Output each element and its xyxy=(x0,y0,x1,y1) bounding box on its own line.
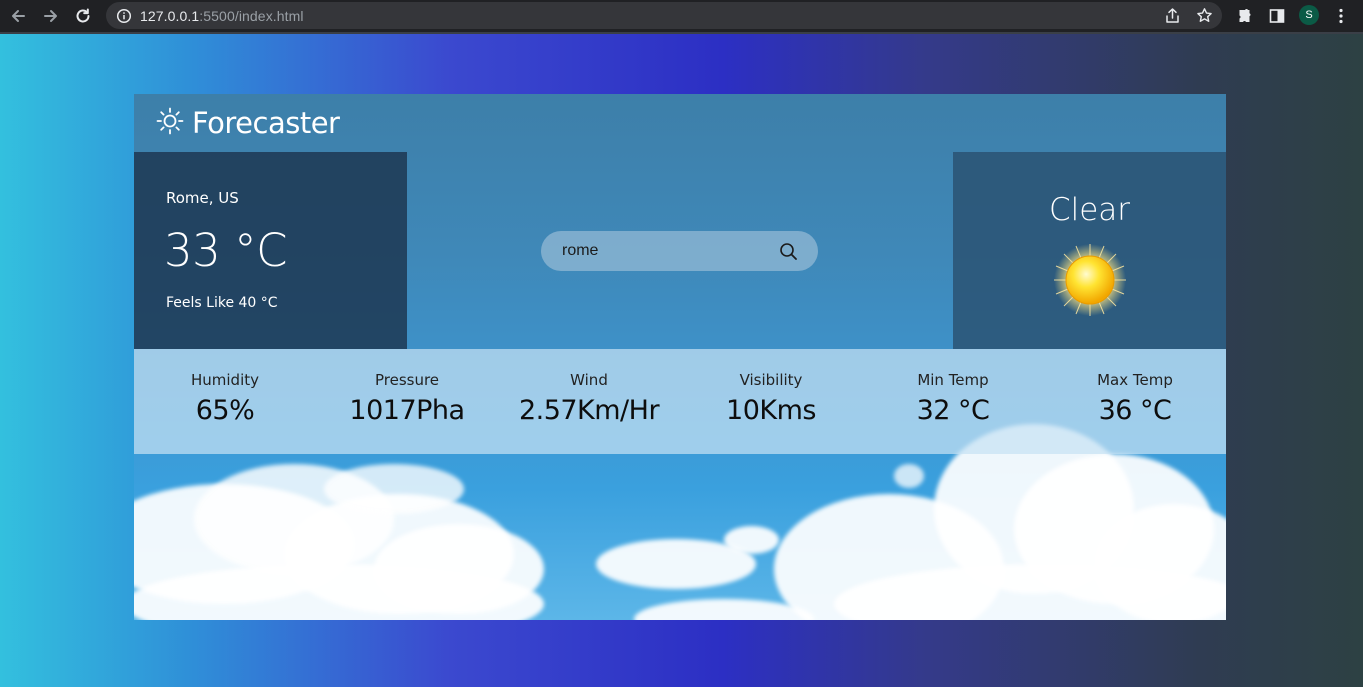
url-path: :5500/index.html xyxy=(199,7,304,24)
stat-value: 65% xyxy=(195,395,255,426)
stat-wind: Wind 2.57Km/Hr xyxy=(498,349,680,454)
reload-icon[interactable] xyxy=(73,6,93,26)
condition-label: Clear xyxy=(1048,192,1131,228)
search-input[interactable] xyxy=(562,242,762,260)
back-icon[interactable] xyxy=(8,6,28,26)
browser-toolbar: 127.0.0.1:5500/index.html S xyxy=(0,0,1363,32)
stat-value: 10Kms xyxy=(726,395,816,426)
stat-value: 32 °C xyxy=(916,395,990,426)
stat-label: Pressure xyxy=(374,371,440,389)
feels-like: Feels Like 40 °C xyxy=(166,295,278,311)
stat-label: Visibility xyxy=(739,371,803,389)
current-temperature: 33 °C xyxy=(164,224,288,277)
weather-app: Forecaster Rome, US 33 °C Feels Like 40 … xyxy=(134,94,1226,620)
share-icon[interactable] xyxy=(1164,7,1181,28)
stat-value: 36 °C xyxy=(1098,395,1172,426)
extensions-icon[interactable] xyxy=(1236,7,1254,25)
sun-weather-icon xyxy=(1054,244,1126,316)
stat-label: Humidity xyxy=(190,371,259,389)
info-icon[interactable] xyxy=(116,8,132,24)
menu-icon[interactable] xyxy=(1332,7,1350,25)
current-weather-panel: Rome, US 33 °C Feels Like 40 °C xyxy=(134,152,407,349)
stat-value: 1017Pha xyxy=(349,395,465,426)
forward-icon[interactable] xyxy=(41,6,61,26)
side-panel-icon[interactable] xyxy=(1268,7,1286,25)
stat-label: Min Temp xyxy=(917,371,989,389)
stat-max-temp: Max Temp 36 °C xyxy=(1044,349,1226,454)
stat-pressure: Pressure 1017Pha xyxy=(316,349,498,454)
stat-visibility: Visibility 10Kms xyxy=(680,349,862,454)
star-icon[interactable] xyxy=(1196,7,1213,28)
url-text: 127.0.0.1:5500/index.html xyxy=(140,8,304,24)
search-box xyxy=(541,231,818,271)
address-bar[interactable]: 127.0.0.1:5500/index.html xyxy=(106,2,1222,29)
stat-label: Max Temp xyxy=(1097,371,1173,389)
stat-label: Wind xyxy=(570,371,608,389)
stat-humidity: Humidity 65% xyxy=(134,349,316,454)
app-header: Forecaster xyxy=(156,106,340,140)
url-host: 127.0.0.1 xyxy=(140,7,200,24)
stat-min-temp: Min Temp 32 °C xyxy=(862,349,1044,454)
condition-panel: Clear xyxy=(953,152,1226,349)
weather-stats-bar: Humidity 65% Pressure 1017Pha Wind 2.57K… xyxy=(134,349,1226,454)
brand-title: Forecaster xyxy=(192,106,340,140)
search-icon[interactable] xyxy=(778,241,798,261)
profile-avatar[interactable]: S xyxy=(1299,5,1319,25)
stat-value: 2.57Km/Hr xyxy=(518,395,660,426)
location-label: Rome, US xyxy=(166,189,239,207)
sun-logo-icon xyxy=(156,107,184,139)
